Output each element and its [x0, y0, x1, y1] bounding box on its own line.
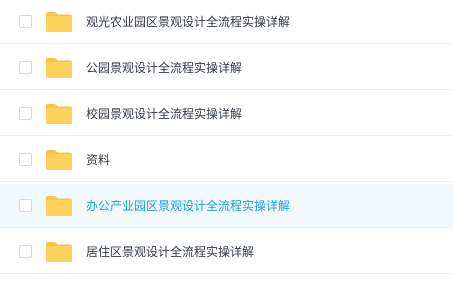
row-checkbox[interactable] [19, 61, 32, 74]
file-name[interactable]: 观光农业园区景观设计全流程实操详解 [86, 15, 290, 29]
folder-icon [46, 241, 72, 262]
file-name[interactable]: 居住区景观设计全流程实操详解 [86, 245, 254, 259]
folder-icon [46, 195, 72, 216]
file-name[interactable]: 公园景观设计全流程实操详解 [86, 61, 242, 75]
file-row-partial [0, 276, 453, 302]
file-row-6[interactable]: 居住区景观设计全流程实操详解 [0, 230, 453, 274]
folder-icon [46, 149, 72, 170]
row-checkbox[interactable] [19, 199, 32, 212]
file-name[interactable]: 校园景观设计全流程实操详解 [86, 107, 242, 121]
file-row-2[interactable]: 公园景观设计全流程实操详解 [0, 46, 453, 90]
file-row-5[interactable]: 办公产业园区景观设计全流程实操详解 [0, 184, 453, 228]
file-list: 观光农业园区景观设计全流程实操详解 公园景观设计全流程实操详解 校园景观设计全流… [0, 0, 453, 302]
folder-icon [46, 11, 72, 32]
file-name[interactable]: 办公产业园区景观设计全流程实操详解 [86, 199, 290, 213]
row-checkbox[interactable] [19, 245, 32, 258]
row-checkbox[interactable] [19, 15, 32, 28]
folder-icon [46, 103, 72, 124]
file-row-1[interactable]: 观光农业园区景观设计全流程实操详解 [0, 0, 453, 44]
file-row-4[interactable]: 资料 [0, 138, 453, 182]
row-checkbox[interactable] [19, 107, 32, 120]
folder-icon [46, 57, 72, 78]
row-checkbox[interactable] [19, 153, 32, 166]
file-row-3[interactable]: 校园景观设计全流程实操详解 [0, 92, 453, 136]
file-name[interactable]: 资料 [86, 153, 110, 167]
